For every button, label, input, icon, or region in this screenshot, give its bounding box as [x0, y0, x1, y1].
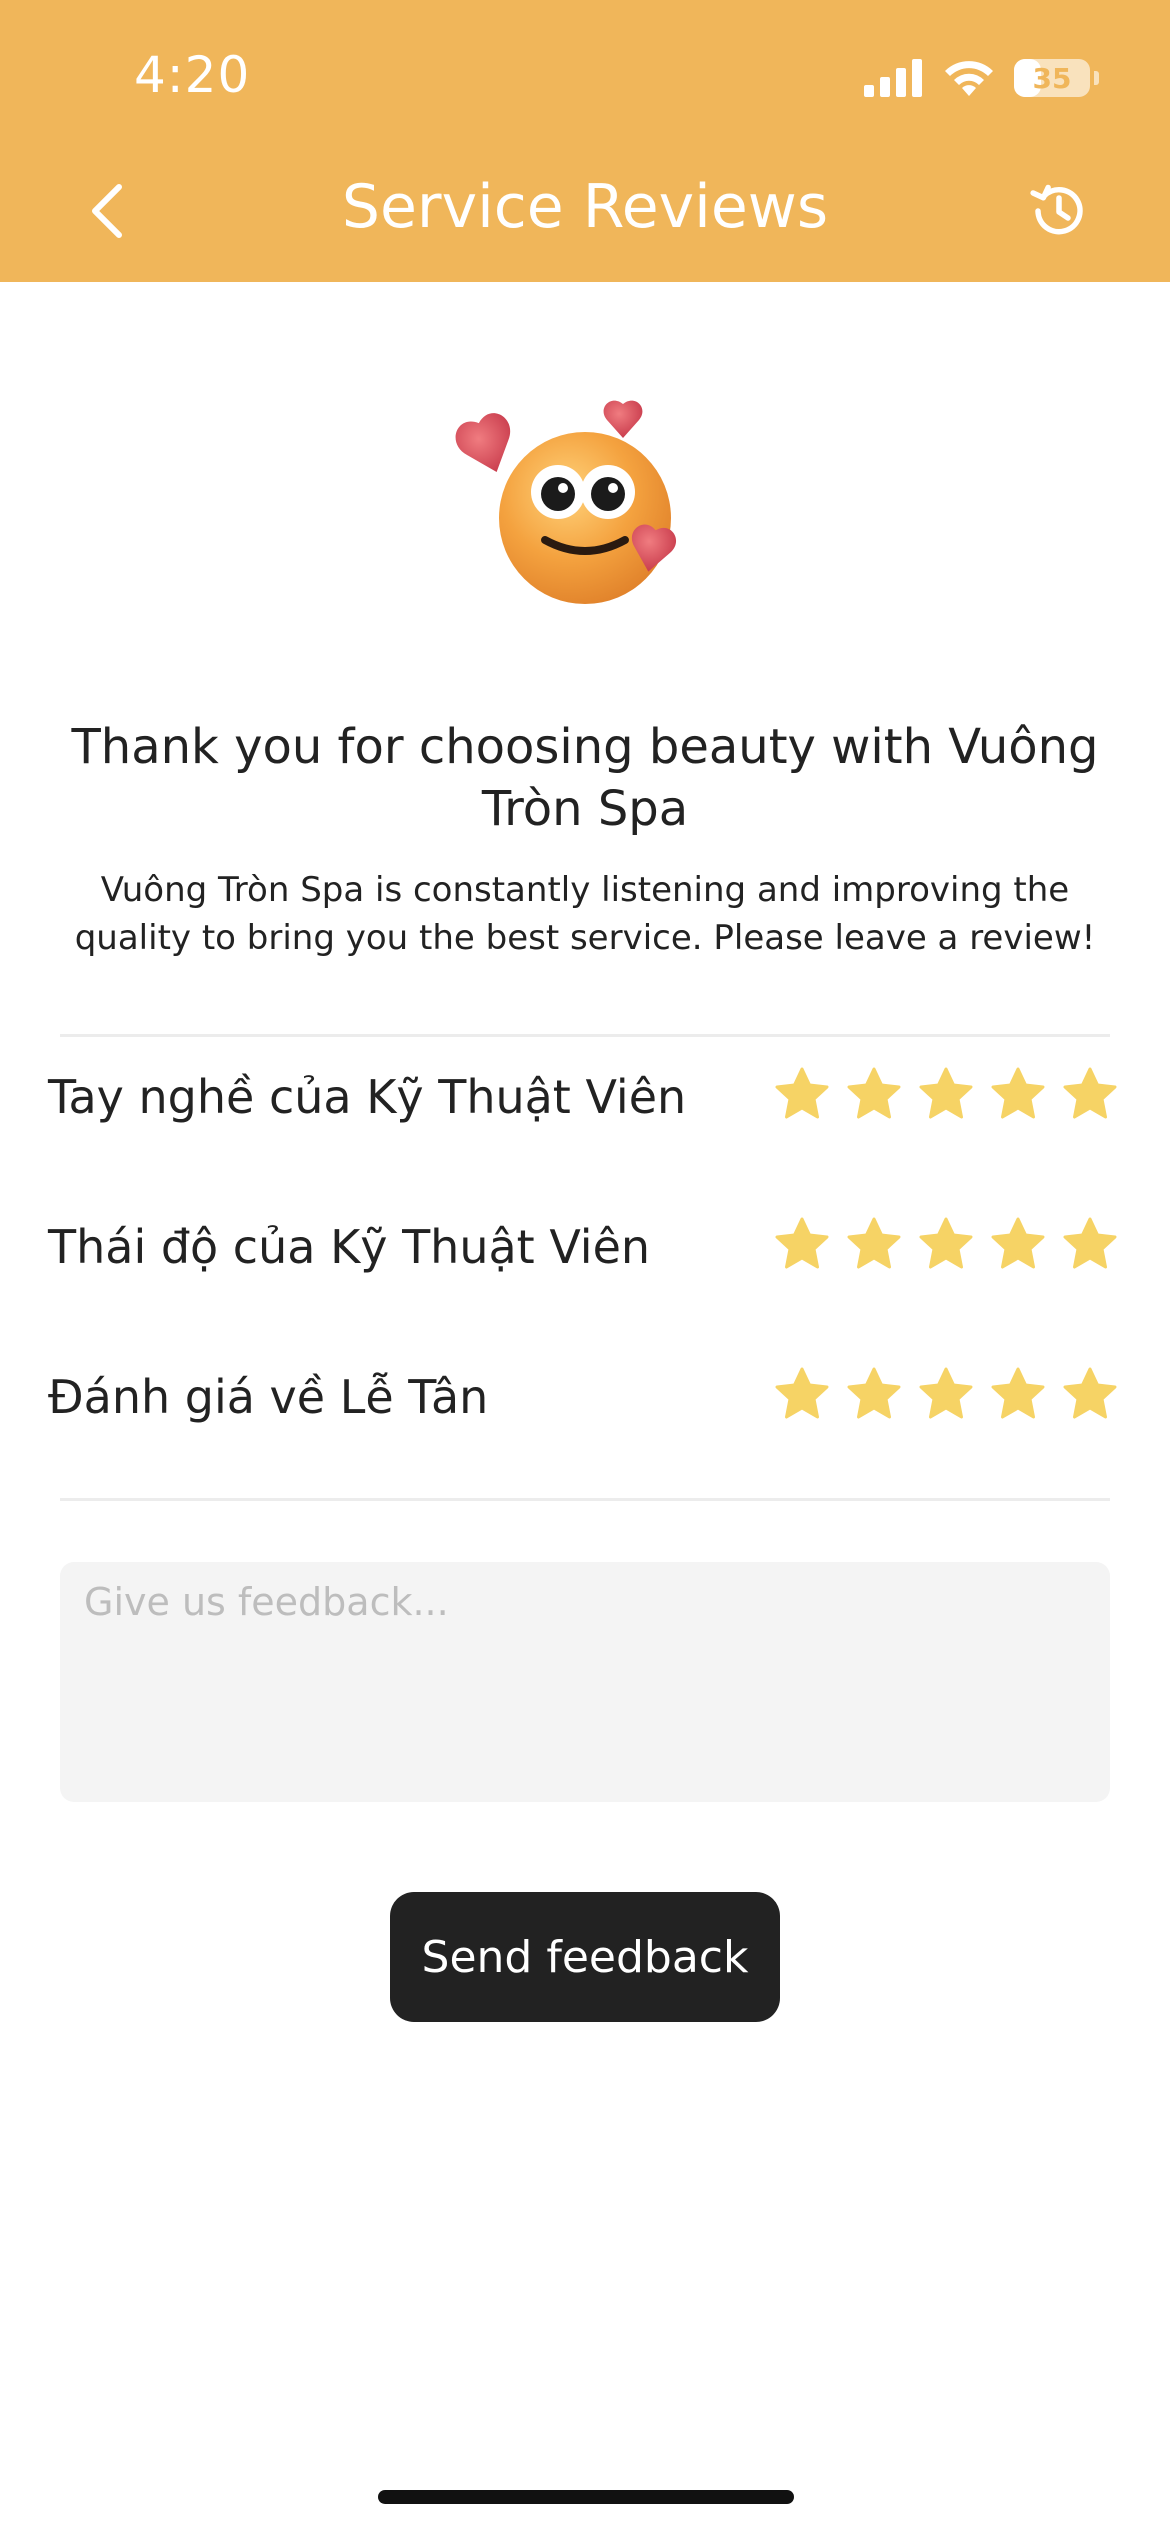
history-button[interactable] [1024, 176, 1094, 246]
star-icon[interactable] [846, 1366, 902, 1422]
home-indicator [378, 2490, 794, 2504]
rating-label: Đánh giá về Lễ Tân [48, 1370, 489, 1424]
star-rating [774, 1066, 1118, 1122]
status-bar: 4:20 35 [0, 0, 1170, 150]
thank-you-heading: Thank you for choosing beauty with Vuông… [71, 719, 1099, 837]
rating-label: Thái độ của Kỹ Thuật Viên [48, 1220, 651, 1274]
star-icon[interactable] [918, 1066, 974, 1122]
rating-row-technician-skill: Tay nghề của Kỹ Thuật Viên [48, 1058, 1118, 1138]
rating-label: Tay nghề của Kỹ Thuật Viên [48, 1070, 687, 1124]
star-icon[interactable] [1062, 1066, 1118, 1122]
star-icon[interactable] [990, 1066, 1046, 1122]
chevron-left-icon [92, 184, 122, 238]
divider-top [60, 1034, 1110, 1037]
smiling-face-with-hearts-icon [445, 390, 725, 620]
feedback-input[interactable] [60, 1562, 1110, 1802]
star-icon[interactable] [918, 1216, 974, 1272]
star-icon[interactable] [918, 1366, 974, 1422]
wifi-icon [945, 61, 993, 96]
signal-icon [864, 59, 922, 97]
star-rating [774, 1366, 1118, 1422]
battery-cap [1094, 71, 1099, 85]
divider-bottom [60, 1498, 1110, 1501]
star-icon[interactable] [1062, 1366, 1118, 1422]
rating-row-technician-attitude: Thái độ của Kỹ Thuật Viên [48, 1208, 1118, 1288]
star-icon[interactable] [990, 1216, 1046, 1272]
feedback-container [60, 1562, 1110, 1802]
back-button[interactable] [72, 176, 142, 246]
history-icon [1030, 184, 1083, 235]
star-icon[interactable] [774, 1066, 830, 1122]
star-icon[interactable] [846, 1066, 902, 1122]
battery-icon: 35 [1014, 59, 1099, 97]
battery-level: 35 [1032, 61, 1072, 95]
star-icon[interactable] [1062, 1216, 1118, 1272]
star-icon[interactable] [846, 1216, 902, 1272]
star-rating [774, 1216, 1118, 1272]
star-icon[interactable] [774, 1366, 830, 1422]
page-title: Service Reviews [341, 172, 829, 242]
rating-row-reception: Đánh giá về Lễ Tân [48, 1358, 1118, 1438]
star-icon[interactable] [990, 1366, 1046, 1422]
send-feedback-button[interactable]: Send feedback [390, 1892, 780, 2022]
status-icons: 35 [864, 54, 1099, 102]
status-time: 4:20 [134, 46, 251, 104]
app-header: 4:20 35 Service Reviews [0, 0, 1170, 282]
thank-you-subtitle: Vuông Tròn Spa is constantly listening a… [74, 870, 1096, 958]
star-icon[interactable] [774, 1216, 830, 1272]
